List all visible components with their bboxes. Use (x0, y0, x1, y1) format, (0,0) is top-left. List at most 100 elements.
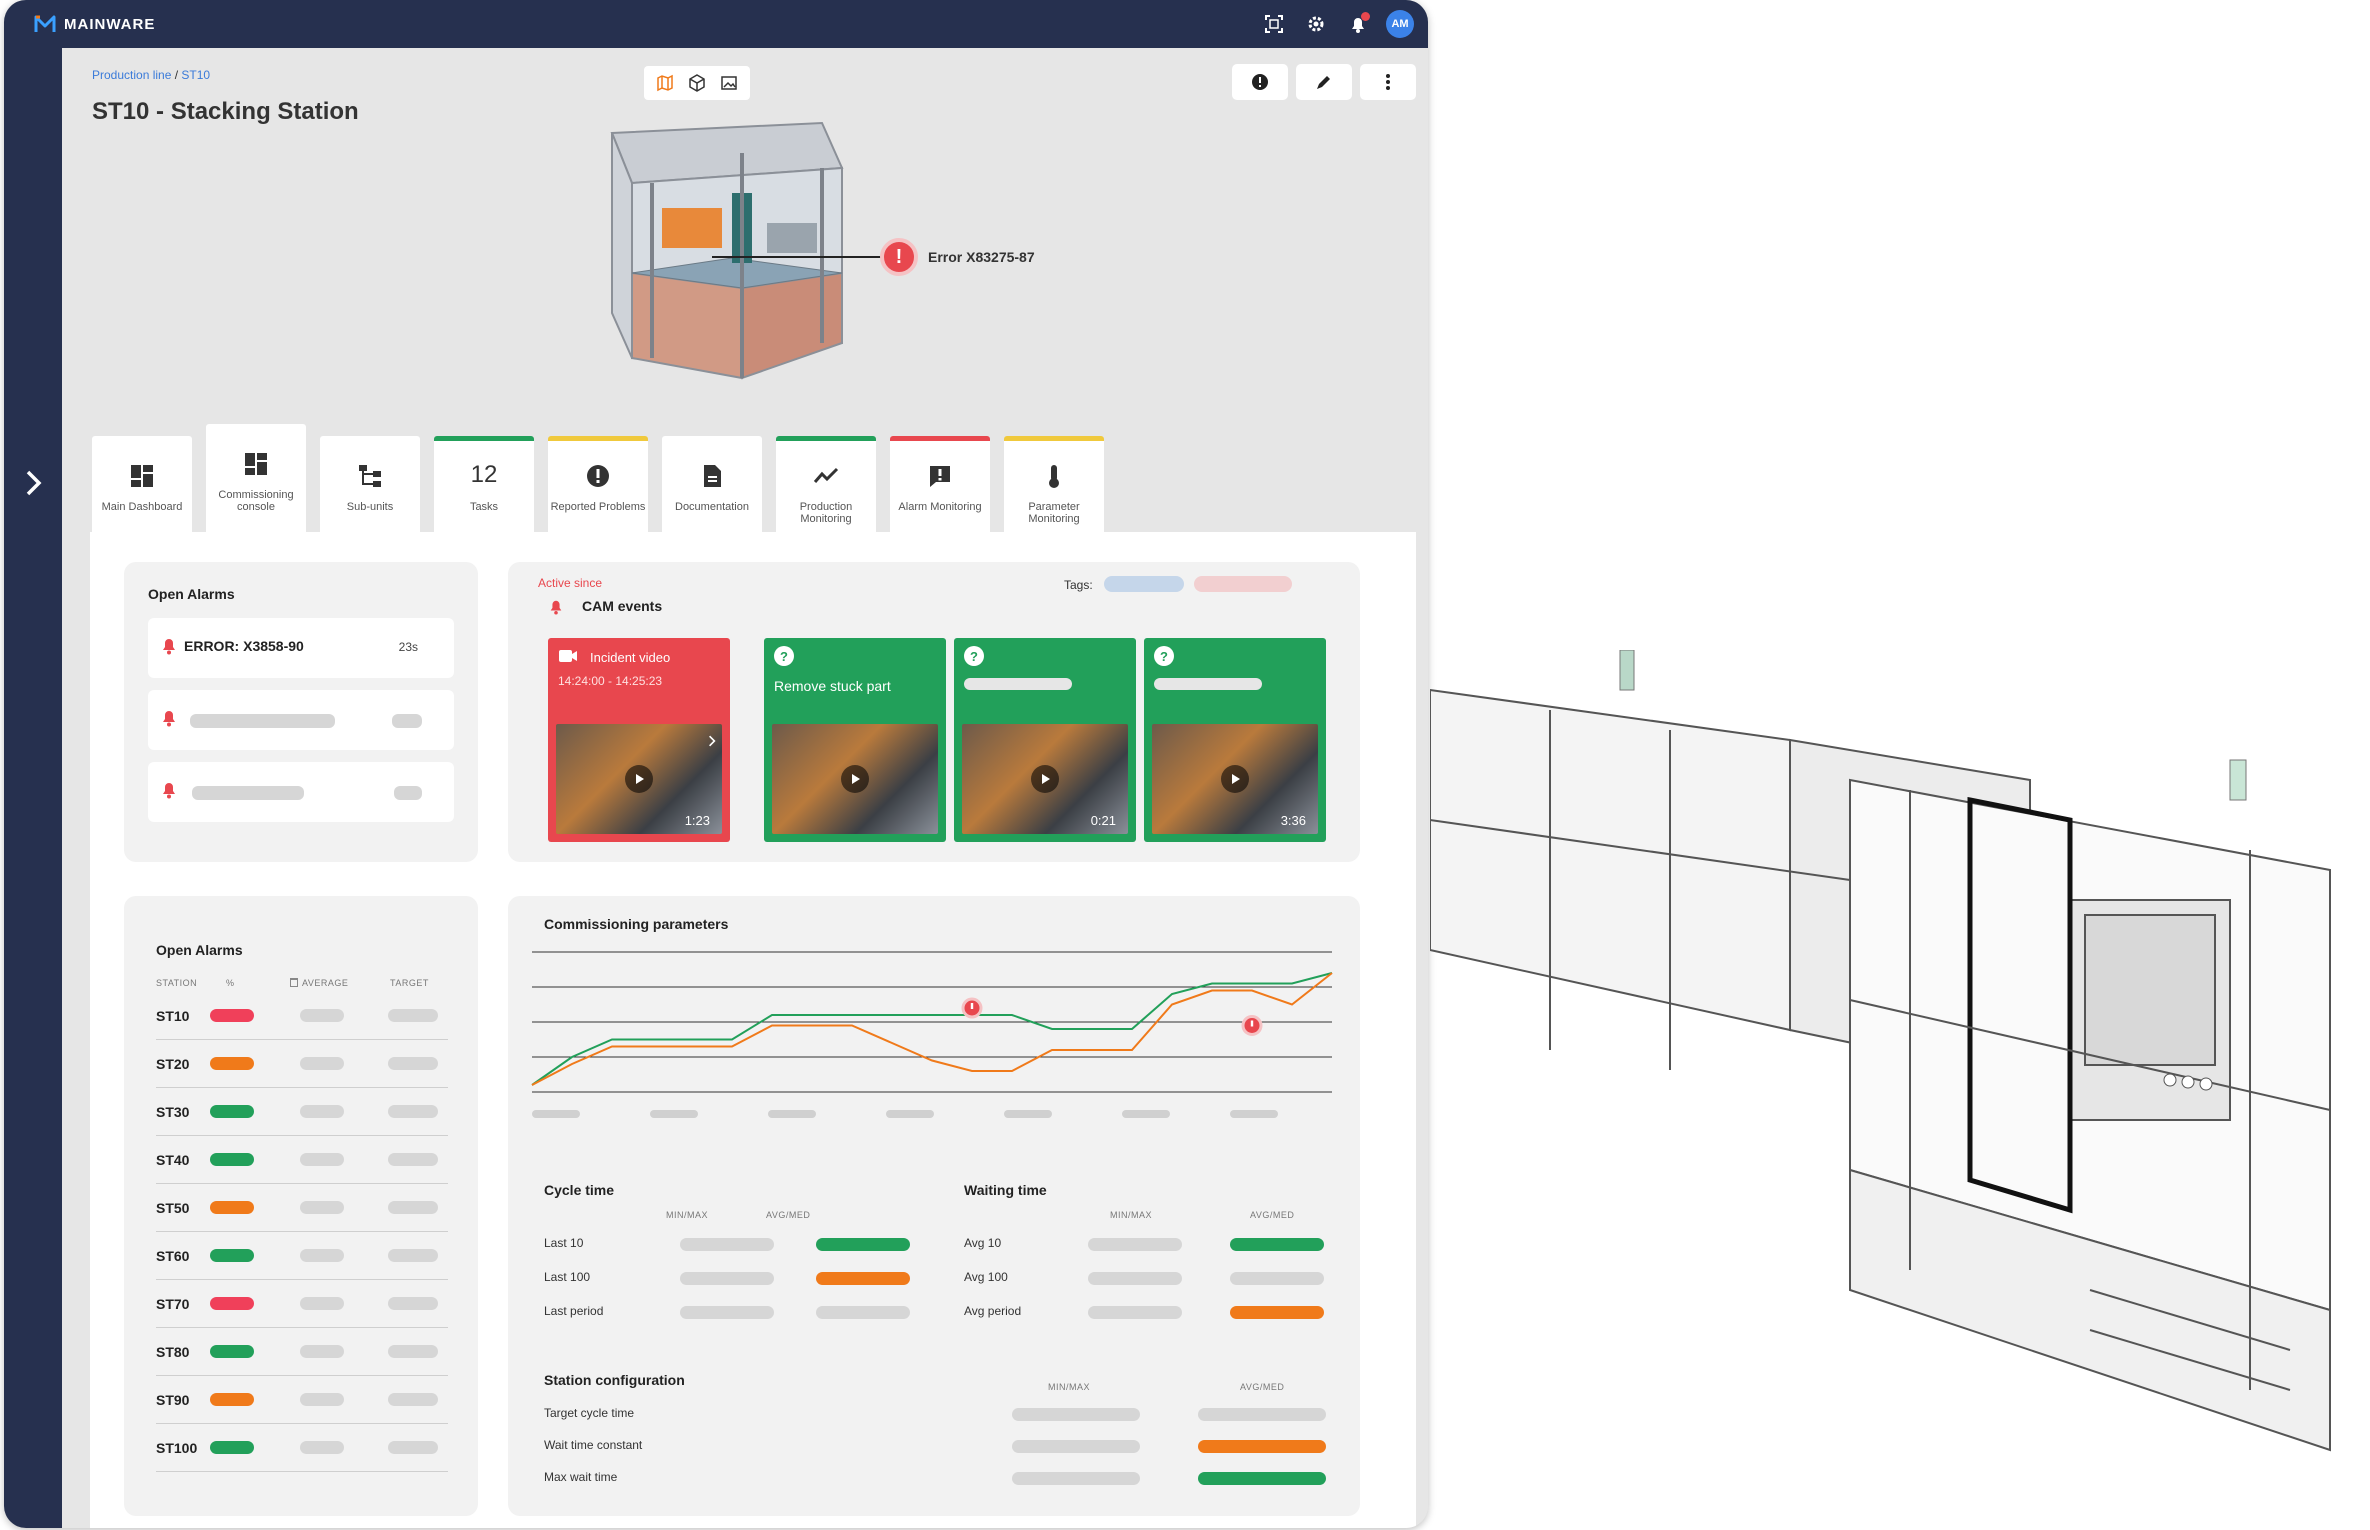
tag-chip[interactable] (1104, 576, 1184, 592)
placeholder-bar (388, 1153, 438, 1166)
incident-video-tile[interactable]: Incident video 14:24:00 - 14:25:23 1:23 (548, 638, 730, 842)
more-menu-button[interactable] (1360, 64, 1416, 100)
config-avgmed-header: AVG/MED (1240, 1382, 1285, 1392)
play-icon[interactable] (1031, 765, 1059, 793)
breadcrumb-current[interactable]: ST10 (181, 68, 210, 82)
dashboard-icon (241, 449, 271, 479)
tab-tasks[interactable]: 12 Tasks (434, 436, 534, 536)
waiting-row-label: Avg period (964, 1304, 1022, 1318)
parameters-line-chart[interactable] (528, 946, 1340, 1126)
station-status-bar (210, 1153, 254, 1166)
tab-commissioning-console[interactable]: Commissioning console (206, 424, 306, 536)
cycle-row-label: Last period (544, 1304, 604, 1318)
task-label: Remove stuck part (774, 678, 891, 694)
station-status-bar (210, 1201, 254, 1214)
station-name: ST70 (156, 1296, 190, 1312)
video-thumbnail[interactable]: 1:23 (556, 724, 722, 834)
play-icon[interactable] (1221, 765, 1249, 793)
tab-parameter-monitoring[interactable]: Parameter Monitoring (1004, 436, 1104, 536)
station-status-bar (210, 1393, 254, 1406)
chevron-right-icon[interactable] (708, 734, 716, 748)
tab-main-dashboard[interactable]: Main Dashboard (92, 436, 192, 536)
placeholder-bar (816, 1306, 910, 1319)
settings-gear-icon[interactable] (1302, 10, 1330, 38)
station-row[interactable]: ST60 (156, 1232, 448, 1280)
alarm-duration: 23s (398, 640, 418, 654)
chevron-right-icon[interactable] (22, 468, 46, 498)
station-row[interactable]: ST20 (156, 1040, 448, 1088)
cycle-avgmed-header: AVG/MED (766, 1210, 811, 1220)
report-problem-button[interactable] (1232, 64, 1288, 100)
placeholder-bar (388, 1201, 438, 1214)
brand-logo[interactable]: MAINWARE (34, 14, 155, 34)
task-tile[interactable]: ? 3:36 (1144, 638, 1326, 842)
map-view-icon[interactable] (652, 70, 678, 96)
station-status-bar (210, 1009, 254, 1022)
hierarchy-icon (355, 461, 385, 491)
station-row[interactable]: ST40 (156, 1136, 448, 1184)
error-callout[interactable]: ! Error X83275-87 (880, 238, 1035, 276)
task-tile[interactable]: ? Remove stuck part (764, 638, 946, 842)
breadcrumb-root-link[interactable]: Production line (92, 68, 171, 82)
station-status-bar (210, 1297, 254, 1310)
video-thumbnail[interactable]: 3:36 (1152, 724, 1318, 834)
view-switcher (644, 66, 750, 100)
waiting-avgperiod-bar (1230, 1306, 1324, 1319)
alarm-item[interactable] (148, 762, 454, 822)
commissioning-parameters-title: Commissioning parameters (544, 916, 729, 932)
placeholder-bar (1012, 1408, 1140, 1421)
open-alarms-card: Open Alarms ERROR: X3858-90 23s (124, 562, 478, 862)
placeholder-bar (388, 1009, 438, 1022)
image-view-icon[interactable] (716, 70, 742, 96)
tab-alarm-monitoring[interactable]: Alarm Monitoring (890, 436, 990, 536)
tab-documentation[interactable]: Documentation (662, 436, 762, 536)
scan-icon[interactable] (1260, 10, 1288, 38)
x-tick-placeholder (650, 1110, 698, 1118)
tab-production-monitoring[interactable]: Production Monitoring (776, 436, 876, 536)
tab-label: Reported Problems (550, 501, 646, 513)
placeholder-bar (388, 1297, 438, 1310)
user-avatar[interactable]: AM (1386, 10, 1414, 38)
notification-bell-icon[interactable] (1344, 10, 1372, 38)
alert-exclamation-icon (1250, 1020, 1254, 1027)
station-row[interactable]: ST70 (156, 1280, 448, 1328)
tab-sub-units[interactable]: Sub-units (320, 436, 420, 536)
station-name: ST40 (156, 1152, 190, 1168)
waiting-row-label: Avg 10 (964, 1236, 1002, 1250)
station-row[interactable]: ST10 (156, 992, 448, 1040)
waiting-time-title: Waiting time (964, 1182, 1047, 1198)
task-tile[interactable]: ? 0:21 (954, 638, 1136, 842)
placeholder-bar (392, 714, 422, 728)
station-row[interactable]: ST80 (156, 1328, 448, 1376)
station-row[interactable]: ST100 (156, 1424, 448, 1472)
play-icon[interactable] (625, 765, 653, 793)
tag-chip[interactable] (1194, 576, 1292, 592)
cam-events-title: CAM events (582, 598, 663, 614)
play-icon[interactable] (841, 765, 869, 793)
placeholder-bar (1012, 1440, 1140, 1453)
video-thumbnail[interactable]: 0:21 (962, 724, 1128, 834)
placeholder-bar (1230, 1272, 1324, 1285)
alarm-item[interactable] (148, 690, 454, 750)
placeholder-bar (300, 1345, 344, 1358)
breadcrumb: Production line / ST10 (92, 68, 210, 82)
col-pct-header: % (226, 978, 235, 988)
placeholder-bar (300, 1249, 344, 1262)
3d-cube-icon[interactable] (684, 70, 710, 96)
waiting-avgmed-header: AVG/MED (1250, 1210, 1295, 1220)
station-row[interactable]: ST90 (156, 1376, 448, 1424)
error-leader-line (712, 256, 882, 258)
placeholder-bar (388, 1345, 438, 1358)
station-row[interactable]: ST50 (156, 1184, 448, 1232)
alert-exclamation-icon (970, 1003, 974, 1009)
video-thumbnail[interactable] (772, 724, 938, 834)
station-row[interactable]: ST30 (156, 1088, 448, 1136)
error-callout-label: Error X83275-87 (928, 249, 1035, 265)
station-name: ST30 (156, 1104, 190, 1120)
placeholder-bar (1088, 1306, 1182, 1319)
edit-button[interactable] (1296, 64, 1352, 100)
station-status-bar (210, 1057, 254, 1070)
tab-reported-problems[interactable]: Reported Problems (548, 436, 648, 536)
alarm-item[interactable]: ERROR: X3858-90 23s (148, 618, 454, 678)
series-line-1[interactable] (531, 972, 1333, 1086)
